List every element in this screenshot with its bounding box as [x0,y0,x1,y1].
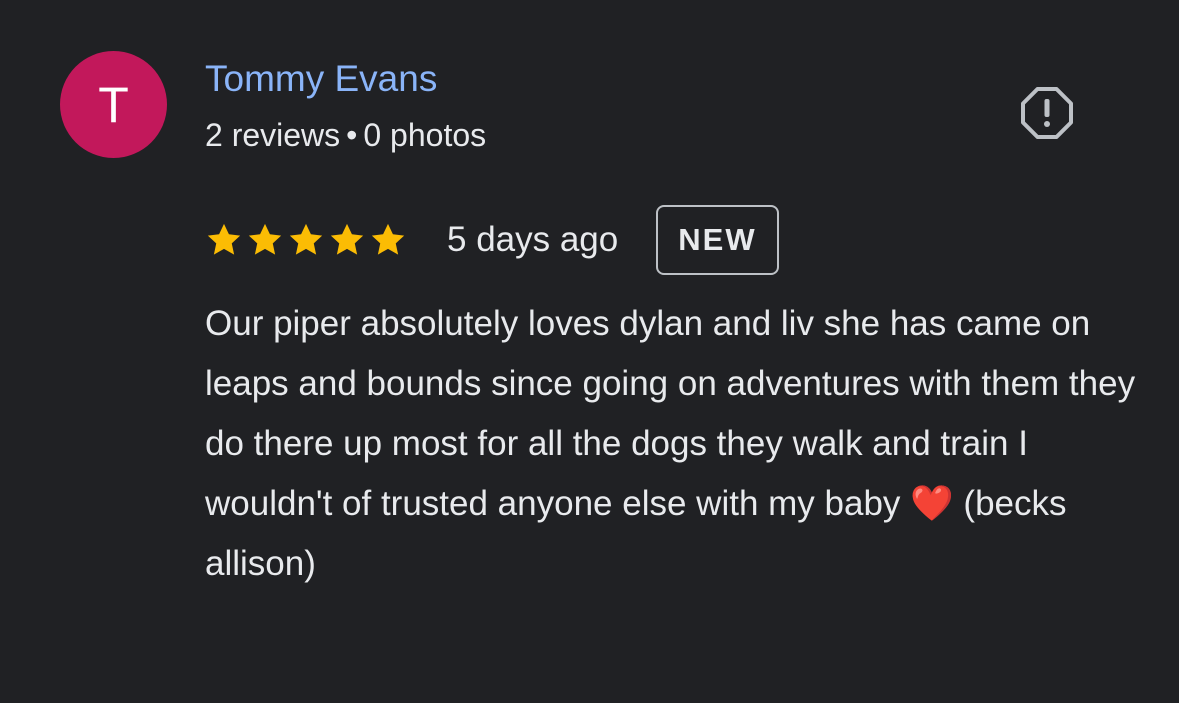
rating-row: 5 days ago NEW [205,203,779,277]
report-octagon-icon [1021,87,1073,139]
review-date: 5 days ago [447,220,619,259]
avatar[interactable]: T [60,51,167,158]
photos-count: 0 photos [363,117,487,153]
star-rating [205,221,407,259]
review-text: Our piper absolutely loves dylan and liv… [205,304,1136,583]
author-name[interactable]: Tommy Evans [205,57,437,101]
star-icon [330,223,364,255]
report-button[interactable] [1018,84,1076,142]
star-icon [371,223,405,255]
new-badge: NEW [656,205,779,275]
author-meta: 2 reviews • 0 photos [205,115,486,155]
star-icon [207,223,241,255]
avatar-initial: T [98,76,129,133]
star-icon [289,223,323,255]
meta-separator: • [346,117,358,153]
reviews-count: 2 reviews [205,117,341,153]
star-icon [248,223,282,255]
